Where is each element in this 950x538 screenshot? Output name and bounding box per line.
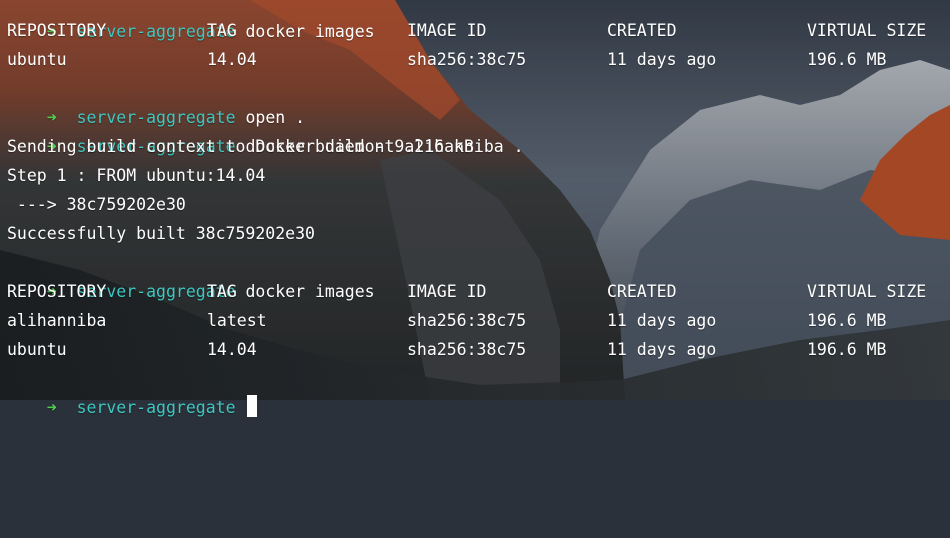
cell-image-id: sha256:38c75 bbox=[407, 340, 527, 359]
header-image-id: IMAGE ID bbox=[407, 282, 487, 301]
cell-image-id: sha256:38c75 bbox=[407, 311, 527, 330]
header-repository: REPOSITORY bbox=[7, 282, 107, 301]
output-line: Sending build context to Docker daemon 9… bbox=[7, 137, 474, 156]
header-virtual-size: VIRTUAL SIZE bbox=[807, 21, 927, 40]
prompt-line: ➜ server-aggregate open . bbox=[7, 74, 305, 127]
terminal-window[interactable]: ➜ server-aggregate docker images REPOSIT… bbox=[0, 0, 950, 417]
cell-virtual-size: 196.6 MB bbox=[807, 340, 887, 359]
active-prompt-line[interactable]: ➜ server-aggregate bbox=[7, 364, 258, 417]
table-header: REPOSITORY TAG IMAGE ID CREATED VIRTUAL … bbox=[7, 277, 937, 306]
prompt-arrow-icon: ➜ bbox=[46, 398, 57, 417]
prompt-line: ➜ server-aggregate docker images bbox=[7, 248, 375, 301]
prompt-directory: server-aggregate bbox=[76, 398, 236, 417]
header-tag: TAG bbox=[207, 21, 237, 40]
cell-repository: alihanniba bbox=[7, 311, 107, 330]
cell-created: 11 days ago bbox=[607, 50, 717, 69]
cell-repository: ubuntu bbox=[7, 340, 67, 359]
cell-tag: 14.04 bbox=[207, 50, 257, 69]
cell-virtual-size: 196.6 MB bbox=[807, 50, 887, 69]
table-row: ubuntu 14.04 sha256:38c75 11 days ago 19… bbox=[7, 335, 937, 364]
header-created: CREATED bbox=[607, 21, 677, 40]
header-tag: TAG bbox=[207, 282, 237, 301]
header-virtual-size: VIRTUAL SIZE bbox=[807, 282, 927, 301]
cell-tag: 14.04 bbox=[207, 340, 257, 359]
text-cursor bbox=[247, 395, 258, 417]
header-created: CREATED bbox=[607, 282, 677, 301]
cell-virtual-size: 196.6 MB bbox=[807, 311, 887, 330]
cell-created: 11 days ago bbox=[607, 340, 717, 359]
cell-created: 11 days ago bbox=[607, 311, 717, 330]
table-header: REPOSITORY TAG IMAGE ID CREATED VIRTUAL … bbox=[7, 16, 937, 45]
prompt-line: ➜ server-aggregate docker images bbox=[7, 0, 375, 41]
table-row: alihanniba latest sha256:38c75 11 days a… bbox=[7, 306, 937, 335]
output-line: Successfully built 38c759202e30 bbox=[7, 224, 315, 243]
output-line: Step 1 : FROM ubuntu:14.04 bbox=[7, 166, 266, 185]
cell-repository: ubuntu bbox=[7, 50, 67, 69]
header-repository: REPOSITORY bbox=[7, 21, 107, 40]
prompt-line: ➜ server-aggregate docker build -t aliha… bbox=[7, 103, 524, 156]
cell-image-id: sha256:38c75 bbox=[407, 50, 527, 69]
output-line: ---> 38c759202e30 bbox=[7, 195, 186, 214]
header-image-id: IMAGE ID bbox=[407, 21, 487, 40]
cell-tag: latest bbox=[207, 311, 267, 330]
table-row: ubuntu 14.04 sha256:38c75 11 days ago 19… bbox=[7, 45, 937, 74]
